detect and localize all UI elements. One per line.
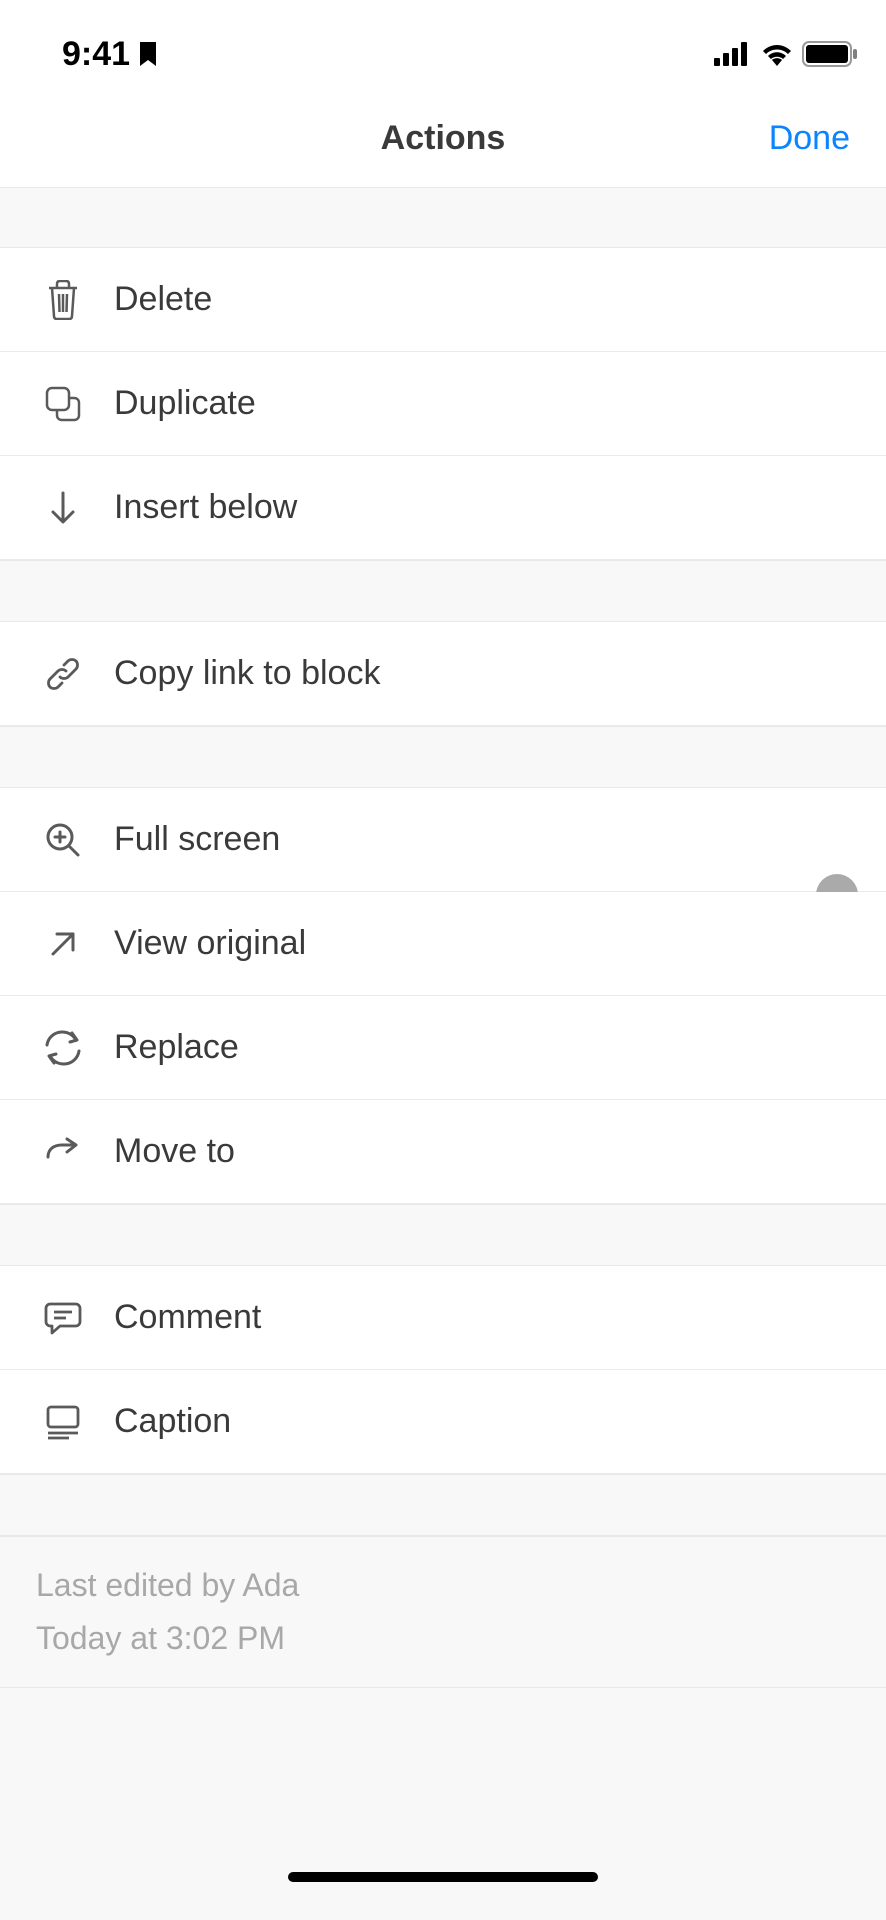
action-label: Full screen bbox=[114, 820, 280, 859]
action-move-to[interactable]: Move to bbox=[0, 1100, 886, 1204]
action-full-screen[interactable]: Full screen bbox=[0, 788, 886, 892]
spacer bbox=[0, 188, 886, 248]
action-label: Copy link to block bbox=[114, 654, 380, 693]
content: Delete Duplicate Insert below bbox=[0, 188, 886, 1688]
status-bar: 9:41 bbox=[0, 0, 886, 90]
action-view-original[interactable]: View original bbox=[0, 892, 886, 996]
status-time: 9:41 bbox=[62, 35, 130, 74]
action-insert-below[interactable]: Insert below bbox=[0, 456, 886, 560]
action-label: Replace bbox=[114, 1028, 239, 1067]
home-indicator[interactable] bbox=[288, 1872, 598, 1882]
action-delete[interactable]: Delete bbox=[0, 248, 886, 352]
arrow-up-right-icon bbox=[42, 923, 84, 965]
link-icon bbox=[42, 653, 84, 695]
arrow-down-icon bbox=[42, 487, 84, 529]
copy-icon bbox=[42, 383, 84, 425]
spacer bbox=[0, 560, 886, 622]
caption-icon bbox=[42, 1401, 84, 1443]
page-title: Actions bbox=[381, 119, 506, 158]
zoom-icon bbox=[42, 819, 84, 861]
action-label: Move to bbox=[114, 1132, 235, 1171]
comment-icon bbox=[42, 1297, 84, 1339]
spacer bbox=[0, 1474, 886, 1536]
sync-icon bbox=[42, 1027, 84, 1069]
action-label: Delete bbox=[114, 280, 212, 319]
edited-by-label: Last edited by Ada bbox=[36, 1559, 850, 1612]
arrow-right-icon bbox=[42, 1131, 84, 1173]
spacer bbox=[0, 726, 886, 788]
cellular-icon bbox=[714, 42, 752, 66]
action-replace[interactable]: Replace bbox=[0, 996, 886, 1100]
status-right bbox=[714, 41, 858, 67]
action-label: Comment bbox=[114, 1298, 261, 1337]
action-duplicate[interactable]: Duplicate bbox=[0, 352, 886, 456]
spacer bbox=[0, 1204, 886, 1266]
header: Actions Done bbox=[0, 90, 886, 188]
done-button[interactable]: Done bbox=[769, 119, 850, 158]
action-label: View original bbox=[114, 924, 306, 963]
action-comment[interactable]: Comment bbox=[0, 1266, 886, 1370]
battery-icon bbox=[802, 41, 858, 67]
footer-info: Last edited by Ada Today at 3:02 PM bbox=[0, 1536, 886, 1688]
status-left: 9:41 bbox=[62, 35, 160, 74]
action-label: Insert below bbox=[114, 488, 297, 527]
action-caption[interactable]: Caption bbox=[0, 1370, 886, 1474]
action-label: Duplicate bbox=[114, 384, 256, 423]
action-label: Caption bbox=[114, 1402, 231, 1441]
action-copy-link[interactable]: Copy link to block bbox=[0, 622, 886, 726]
timestamp-label: Today at 3:02 PM bbox=[36, 1612, 850, 1665]
bookmark-icon bbox=[138, 40, 160, 68]
wifi-icon bbox=[760, 42, 794, 66]
trash-icon bbox=[42, 279, 84, 321]
